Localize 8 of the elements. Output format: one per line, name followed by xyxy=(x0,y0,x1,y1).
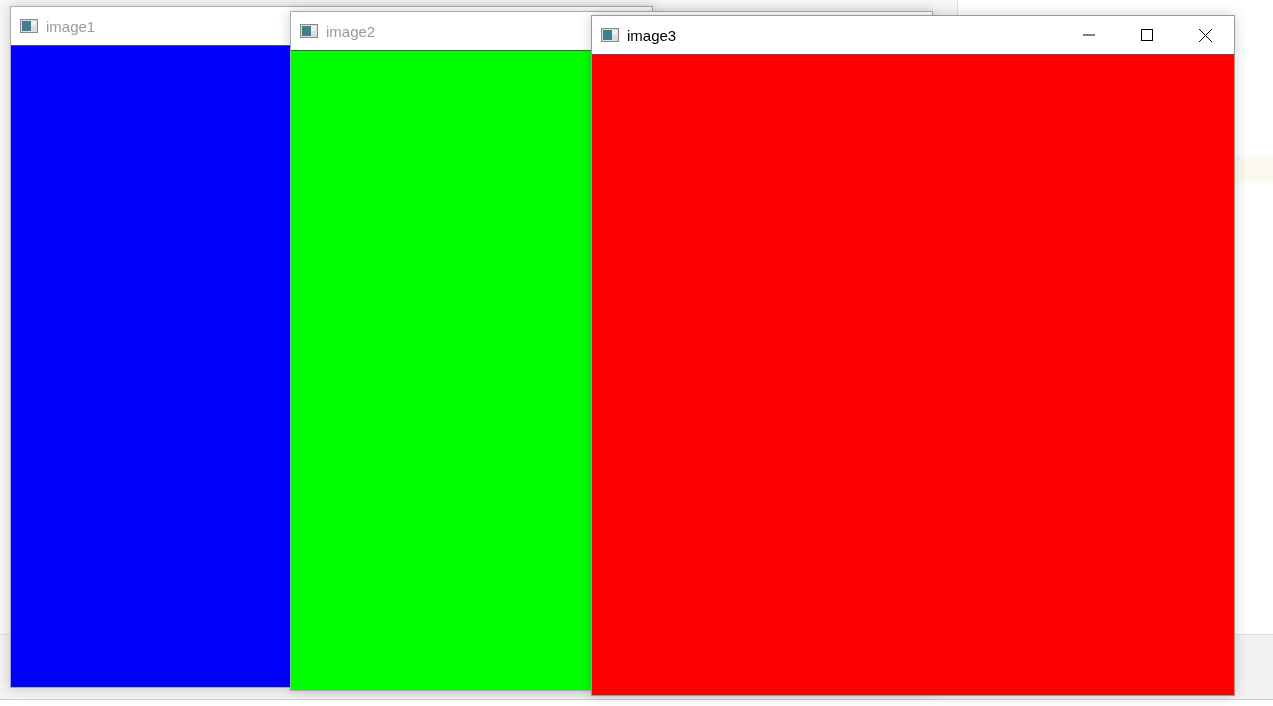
window-title: image1 xyxy=(46,17,96,35)
image-window-icon xyxy=(20,19,38,33)
maximize-icon xyxy=(1141,29,1153,41)
window-title: image2 xyxy=(326,22,376,40)
image-window-icon xyxy=(601,28,619,42)
image-window-icon xyxy=(300,24,318,38)
window-title: image3 xyxy=(627,26,677,44)
close-icon xyxy=(1198,28,1212,42)
